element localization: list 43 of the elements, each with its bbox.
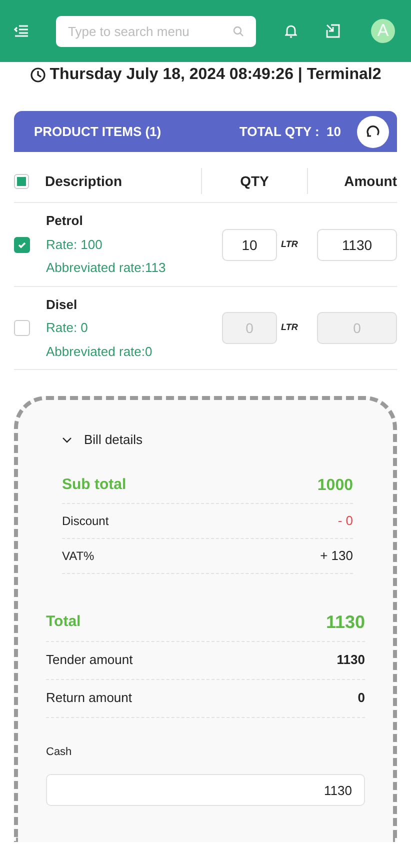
datetime-text: Thursday July 18, 2024 08:49:26 | Terminal2 xyxy=(50,65,382,85)
bill-value: - 0 xyxy=(338,512,353,530)
bill-label: Discount xyxy=(62,512,109,530)
refresh-button[interactable] xyxy=(357,116,389,148)
rate-text: Rate: 0 xyxy=(46,319,89,338)
exit-icon[interactable] xyxy=(326,24,340,38)
row-checkbox[interactable] xyxy=(14,236,30,252)
total-qty-text: TOTAL QTY : 10 xyxy=(239,122,341,141)
bill-label: VAT% xyxy=(62,548,94,564)
chevron-down-icon xyxy=(62,436,72,443)
refresh-icon xyxy=(366,124,380,138)
column-header: QTY xyxy=(201,168,307,194)
product-name: Disel xyxy=(46,296,78,314)
bill-value: 1000 xyxy=(317,476,353,496)
column-header: Amount xyxy=(307,168,397,194)
cash-label: Cash xyxy=(46,744,73,760)
bill-value: 1130 xyxy=(336,651,365,670)
unit-label: LTR xyxy=(281,321,299,334)
product-name: Petrol xyxy=(46,212,84,230)
bill-details-toggle[interactable]: Bill details xyxy=(58,430,143,450)
clock-icon xyxy=(30,67,46,83)
bill-label: Tender amount xyxy=(46,651,133,670)
abbreviated-rate-text: Abbreviated rate:0 xyxy=(46,342,152,361)
rate-text: Rate: 100 xyxy=(46,236,104,254)
unit-label: LTR xyxy=(281,238,299,251)
quantity-field[interactable]: 10 xyxy=(222,228,277,260)
bell-icon[interactable] xyxy=(285,24,297,38)
amount-field[interactable]: 1130 xyxy=(317,228,397,260)
bill-value: 0 xyxy=(358,689,365,708)
menu-icon[interactable] xyxy=(14,25,28,37)
abbreviated-rate-text: Abbreviated rate:113 xyxy=(46,259,166,278)
search-field[interactable]: Type to search menu xyxy=(56,16,256,46)
check-icon xyxy=(17,240,27,250)
search-icon xyxy=(233,26,244,36)
bill-label: Total xyxy=(46,612,81,632)
bill-value: 1130 xyxy=(326,610,365,634)
product-items-title: PRODUCT ITEMS (1) xyxy=(34,122,162,141)
bill-label: Sub total xyxy=(62,475,126,496)
bill-value: + 130 xyxy=(320,546,353,565)
column-header: Description xyxy=(45,172,124,191)
select-all-checkbox[interactable] xyxy=(14,174,29,188)
bill-label: Return amount xyxy=(46,689,132,708)
cash-field[interactable]: 1130 xyxy=(46,774,365,806)
